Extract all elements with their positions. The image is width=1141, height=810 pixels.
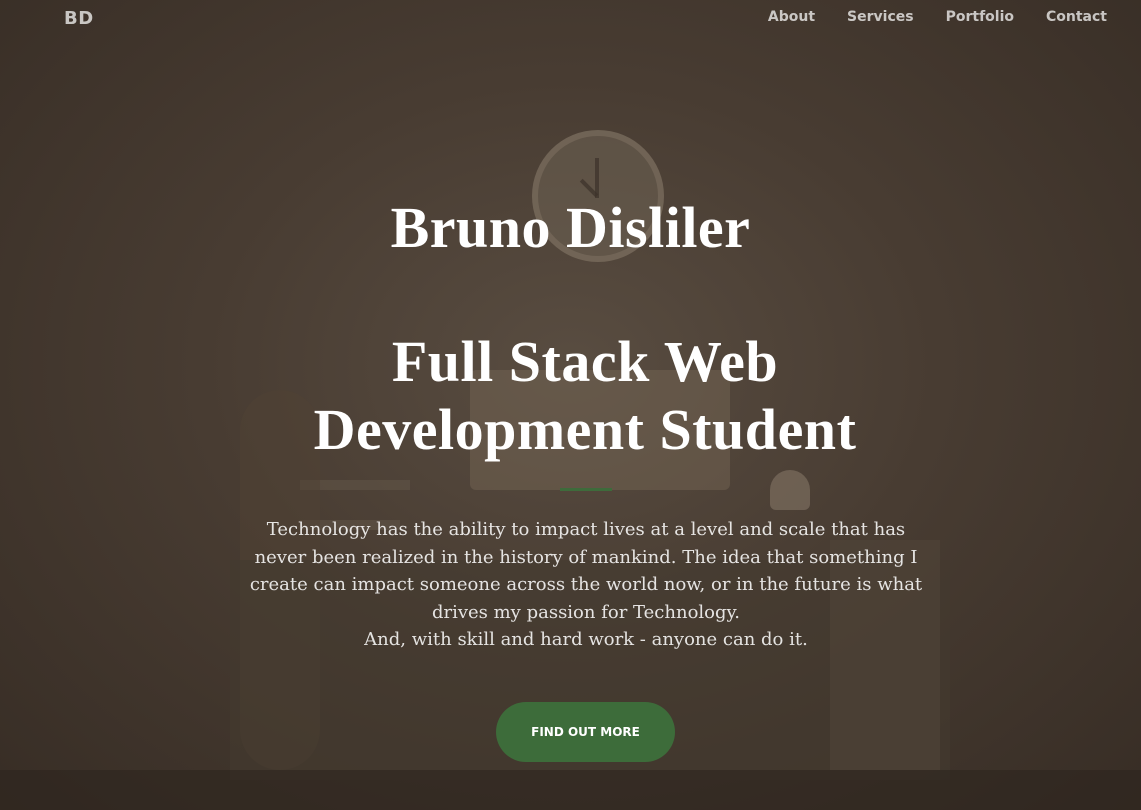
hero-bio-tagline: And, with skill and hard work - anyone c… <box>364 629 808 651</box>
hero-divider <box>560 488 612 491</box>
hero-bio: Technology has the ability to impact liv… <box>248 516 924 654</box>
find-out-more-button[interactable]: FIND OUT MORE <box>496 702 675 762</box>
hero-role: Full Stack Web Development Student <box>313 329 857 462</box>
hero-name: Bruno Disliler <box>390 195 751 260</box>
hero-section: Bruno Disliler Full Stack Web Developmen… <box>0 0 1141 810</box>
hero-bio-paragraph: Technology has the ability to impact liv… <box>249 519 923 623</box>
